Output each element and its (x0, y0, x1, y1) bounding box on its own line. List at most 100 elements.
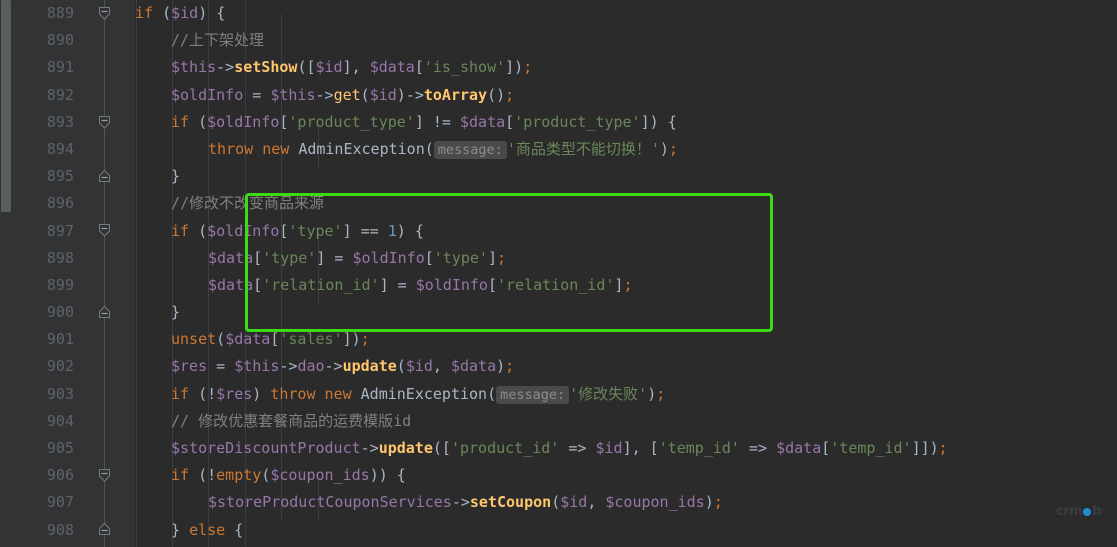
code-line[interactable]: $data['relation_id'] = $oldInfo['relatio… (135, 272, 1117, 299)
code-line[interactable]: } else { (135, 517, 1117, 544)
token-semicolon: ; (713, 493, 723, 512)
token-punctuation: => (559, 439, 596, 457)
token-string: 'type' (433, 248, 488, 267)
token-keyword: if (171, 112, 190, 131)
code-line[interactable]: $this->setShow([$id], $data['is_show']); (135, 54, 1117, 81)
token-variable: $this (234, 357, 280, 376)
code-line[interactable]: $storeProductCouponServices->setCoupon($… (135, 489, 1117, 516)
token-punctuation: ( (189, 221, 208, 240)
fold-minus-down-icon[interactable] (96, 114, 113, 131)
token-punctuation: ], (342, 58, 370, 77)
token-punctuation: ([ (297, 58, 316, 77)
code-content-area[interactable]: if ($id) { //上下架处理 $this->setShow([$id],… (135, 0, 1117, 547)
watermark-dot-icon (1083, 508, 1092, 517)
token-string: 'relation_id' (497, 275, 615, 294)
vertical-scrollbar-thumb[interactable] (1, 0, 11, 212)
token-punctuation: )-> (396, 85, 424, 104)
parameter-hint: message: (433, 140, 507, 159)
token-punctuation: [ (487, 275, 497, 294)
crmeb-watermark: crm b (1056, 498, 1101, 525)
token-string: 'relation_id' (262, 275, 380, 294)
code-line[interactable]: if ($oldInfo['product_type'] != $data['p… (135, 109, 1117, 136)
token-string: 'product_type' (288, 112, 415, 131)
code-line[interactable]: } (135, 299, 1117, 326)
line-number: 890 (46, 31, 74, 50)
token-punctuation: ( (487, 384, 497, 403)
token-punctuation (253, 140, 262, 158)
token-semicolon: ; (523, 58, 533, 77)
token-string: 'type' (262, 248, 317, 267)
token-variable: $id (369, 85, 397, 104)
code-lines[interactable]: if ($id) { //上下架处理 $this->setShow([$id],… (135, 0, 1117, 544)
token-string: 'temp_id' (830, 439, 912, 457)
token-punctuation: ( (551, 493, 561, 512)
code-line[interactable]: $res = $this->dao->update($id, $data); (135, 353, 1117, 380)
code-line[interactable]: // 修改优惠套餐商品的运费模版id (135, 408, 1117, 435)
token-string: 'is_show' (423, 58, 506, 77)
token-punctuation (352, 385, 361, 403)
fold-minus-down-icon[interactable] (96, 467, 113, 484)
token-punctuation: => (739, 439, 777, 457)
token-function: empty (216, 466, 262, 485)
token-punctuation: [ (821, 439, 831, 457)
code-fold-column[interactable] (94, 0, 116, 547)
vertical-scrollbar-track[interactable] (0, 0, 12, 547)
token-variable: $storeDiscountProduct (171, 439, 361, 457)
token-punctuation: ( (396, 357, 406, 376)
token-string: 'product_id' (450, 439, 560, 457)
token-punctuation: , (587, 493, 606, 512)
token-variable: $data (369, 58, 415, 77)
code-line[interactable]: if ($oldInfo['type'] == 1) { (135, 218, 1117, 245)
code-line[interactable]: $oldInfo = $this->get($id)->toArray(); (135, 82, 1117, 109)
token-punctuation: ] (487, 248, 497, 267)
fold-minus-up-icon[interactable] (96, 521, 113, 538)
code-line[interactable]: //修改不改变商品来源 (135, 190, 1117, 217)
fold-minus-up-icon[interactable] (96, 168, 113, 185)
code-editor[interactable]: 889 890 891 892 893 894 895 896 897 898 … (0, 0, 1117, 547)
token-punctuation: ( (424, 139, 434, 158)
token-string: 'product_type' (514, 112, 641, 131)
token-operator: -> (324, 357, 343, 376)
code-line[interactable]: if ($id) { (135, 0, 1117, 27)
code-line[interactable]: unset($data['sales']); (135, 326, 1117, 353)
line-number: 904 (46, 411, 74, 430)
code-line[interactable]: if (!$res) throw new AdminException(mess… (135, 381, 1117, 408)
token-semicolon: ; (505, 85, 515, 104)
line-number: 898 (46, 248, 74, 267)
token-punctuation: ] == (342, 221, 388, 240)
line-number: 907 (46, 493, 74, 512)
token-function: unset (171, 330, 217, 349)
token-number: 1 (387, 221, 397, 240)
code-line[interactable]: if (!empty($coupon_ids)) { (135, 462, 1117, 489)
token-variable: $this (171, 58, 217, 77)
fold-minus-up-icon[interactable] (96, 304, 113, 321)
token-brace: } (171, 303, 181, 322)
token-variable: $oldInfo (352, 248, 425, 267)
code-line[interactable]: $data['type'] = $oldInfo['type']; (135, 245, 1117, 272)
token-punctuation: ]) (342, 330, 361, 349)
token-variable: $id (560, 493, 588, 512)
fold-guide-line (104, 0, 105, 547)
token-keyword: new (262, 139, 290, 158)
code-line[interactable]: //上下架处理 (135, 27, 1117, 54)
code-line[interactable]: $storeDiscountProduct->update(['product_… (135, 435, 1117, 462)
token-punctuation: ) (496, 357, 506, 376)
token-punctuation: (! (189, 466, 217, 485)
watermark-text-right: b (1092, 503, 1101, 519)
code-line[interactable]: throw new AdminException(message: '商品类型不能… (135, 136, 1117, 163)
token-punctuation: ]) (505, 58, 524, 77)
token-variable: $oldInfo (171, 85, 244, 104)
code-line[interactable]: } (135, 163, 1117, 190)
line-number: 889 (46, 4, 74, 22)
token-punctuation: ] = (379, 275, 416, 294)
fold-minus-down-icon[interactable] (96, 222, 113, 239)
token-variable: $res (171, 357, 208, 376)
token-variable: $oldInfo (207, 221, 280, 240)
token-function: update (378, 439, 433, 457)
fold-minus-down-icon[interactable] (96, 5, 113, 22)
token-operator: -> (451, 493, 470, 512)
token-punctuation: ) (252, 384, 271, 403)
token-variable: $this (270, 85, 316, 104)
watermark-text-left: crm (1056, 503, 1083, 519)
token-punctuation: ) (647, 384, 657, 403)
